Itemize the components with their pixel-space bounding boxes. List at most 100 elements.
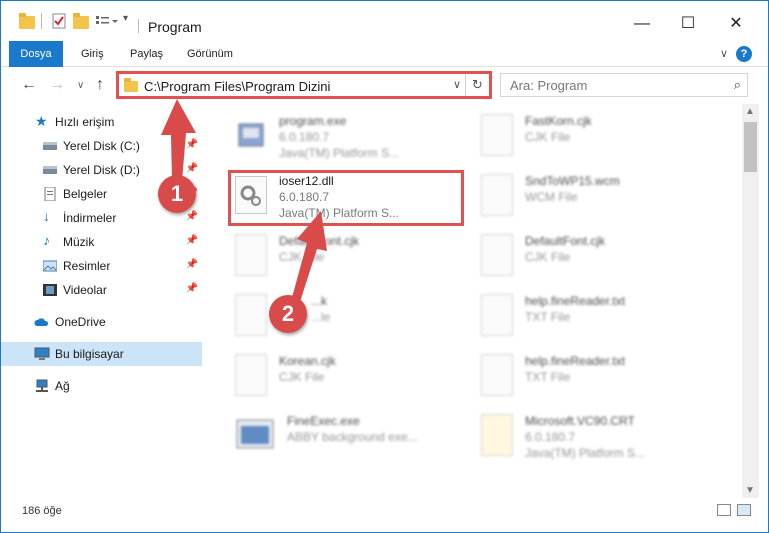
sidebar-item-disk-c[interactable]: Yerel Disk (C:) 📌 [1, 134, 202, 158]
scroll-up-icon[interactable]: ▲ [745, 106, 755, 117]
file-name: DefaultFont.cjk [525, 234, 606, 248]
manifest-icon [481, 414, 513, 456]
file-name: Microsoft.VC90.CRT [525, 414, 635, 428]
sidebar-item-label: Ağ [55, 379, 70, 393]
vertical-scrollbar[interactable]: ▲ ▼ [742, 104, 759, 498]
network-icon [34, 379, 48, 393]
scroll-thumb[interactable] [744, 122, 757, 172]
music-icon: ♪ [43, 232, 50, 248]
file-tile[interactable]: DefaultFont.cjk CJK File [477, 230, 717, 286]
properties-icon[interactable] [51, 13, 67, 29]
folder-icon [124, 78, 138, 92]
search-input[interactable]: Ara: Program [510, 78, 587, 93]
ribbon-tabs: Dosya Giriş Paylaş Görünüm ∨ ? [1, 41, 768, 67]
file-tile[interactable]: program.exe 6.0.180.7 Java(TM) Platform … [231, 110, 471, 166]
file-description: Java(TM) Platform S... [279, 146, 400, 160]
sidebar-item-label: Müzik [63, 235, 95, 249]
sidebar-item-quick-access[interactable]: ★ Hızlı erişim [1, 110, 202, 134]
file-name: program.exe [279, 114, 347, 128]
ribbon-collapse-icon[interactable]: ∨ [720, 47, 728, 60]
file-name: Korean.cjk [279, 354, 336, 368]
search-box[interactable]: Ara: Program ⌕ [500, 73, 748, 97]
explorer-window: ▾ Program — ☐ ✕ Dosya Giriş Paylaş Görün… [0, 0, 769, 533]
up-button[interactable]: ↑ [96, 76, 104, 94]
pin-icon[interactable]: 📌 [186, 283, 198, 294]
minimize-button[interactable]: — [619, 9, 665, 39]
sidebar-item-music[interactable]: ♪ Müzik 📌 [1, 230, 202, 254]
folder-icon[interactable] [19, 13, 35, 29]
pin-icon[interactable]: 📌 [186, 139, 198, 150]
file-type: WCM File [525, 190, 578, 204]
item-count: 186 öğe [22, 505, 62, 517]
address-path[interactable]: C:\Program Files\Program Dizini [144, 79, 330, 94]
file-name: help.fineReader.txt [525, 294, 626, 308]
file-icon [235, 354, 267, 396]
file-type: CJK File [525, 250, 571, 264]
window-title: Program [148, 19, 202, 35]
file-type: TXT File [525, 370, 571, 384]
scroll-down-icon[interactable]: ▼ [745, 485, 755, 496]
details-view-icon[interactable] [717, 504, 731, 516]
exe-icon [235, 414, 274, 456]
file-tile[interactable]: FastKorn.cjk CJK File [477, 110, 717, 166]
close-button[interactable]: ✕ [713, 9, 759, 39]
sidebar-item-network[interactable]: Ağ [1, 374, 202, 398]
exe-icon [235, 114, 267, 156]
customize-toolbar-icon[interactable] [95, 13, 119, 29]
sidebar-item-onedrive[interactable]: OneDrive [1, 310, 202, 334]
search-icon: ⌕ [733, 77, 741, 92]
sidebar-item-pictures[interactable]: Resimler 📌 [1, 254, 202, 278]
file-name: FastKorn.cjk [525, 114, 592, 128]
star-icon: ★ [35, 113, 48, 129]
file-tile[interactable]: help.fineReader.txt TXT File [477, 350, 717, 406]
file-type: ...le [311, 310, 331, 324]
file-tile[interactable]: help.fineReader.txt TXT File [477, 290, 717, 346]
file-tile[interactable]: FineExec.exe ABBY background exe... [231, 410, 471, 466]
recent-locations-button[interactable]: ∨ [77, 80, 84, 91]
tab-file[interactable]: Dosya [9, 41, 63, 67]
maximize-button[interactable]: ☐ [665, 9, 711, 39]
file-description: Java(TM) Platform S... [525, 446, 646, 460]
file-icon [481, 354, 513, 396]
documents-icon [43, 186, 57, 202]
tab-view[interactable]: Görünüm [187, 41, 233, 67]
step-2-callout: 2 [269, 295, 307, 333]
pin-icon[interactable]: 📌 [186, 163, 198, 174]
quick-access-dropdown-icon[interactable]: ▾ [123, 13, 139, 29]
tab-share[interactable]: Paylaş [130, 41, 163, 67]
forward-button[interactable]: → [49, 76, 65, 94]
file-tile[interactable]: ...k ...le [231, 290, 471, 346]
sidebar-item-label: İndirmeler [63, 211, 117, 225]
address-dropdown-icon[interactable]: ∨ [453, 78, 461, 91]
file-icon [481, 174, 513, 216]
sidebar-item-this-pc[interactable]: Bu bilgisayar [1, 342, 202, 366]
file-icon [481, 234, 513, 276]
file-icon [481, 294, 513, 336]
file-tile[interactable]: Korean.cjk CJK File [231, 350, 471, 406]
file-name: ...k [311, 294, 328, 308]
sidebar-item-label: Belgeler [63, 187, 108, 201]
sidebar-item-videos[interactable]: Videolar 📌 [1, 278, 202, 302]
address-bar[interactable]: C:\Program Files\Program Dizini ∨ ↻ [116, 71, 492, 99]
navigation-pane: ★ Hızlı erişim Yerel Disk (C:) 📌 Yerel D… [1, 104, 204, 498]
divider [41, 13, 42, 29]
navigation-bar: ← → ∨ ↑ C:\Program Files\Program Dizini … [1, 68, 768, 104]
large-icons-view-icon[interactable] [737, 504, 751, 516]
file-tile[interactable]: DefaultFont.cjk CJK File [231, 230, 471, 286]
pin-icon[interactable]: 📌 [186, 259, 198, 270]
file-name: SndToWP15.wcm [525, 174, 620, 188]
computer-icon [34, 347, 50, 361]
file-tile[interactable]: Microsoft.VC90.CRT 6.0.180.7 Java(TM) Pl… [477, 410, 717, 466]
back-button[interactable]: ← [21, 76, 37, 94]
new-folder-icon[interactable] [73, 13, 89, 29]
file-name: help.fineReader.txt [525, 354, 626, 368]
tab-home[interactable]: Giriş [81, 41, 104, 67]
videos-icon [43, 283, 57, 297]
refresh-button[interactable]: ↻ [465, 74, 489, 96]
help-icon[interactable]: ? [736, 46, 752, 62]
file-tile[interactable]: SndToWP15.wcm WCM File [477, 170, 717, 226]
title-separator [138, 19, 139, 33]
sidebar-item-label: Hızlı erişim [55, 115, 115, 129]
pin-icon[interactable]: 📌 [186, 211, 198, 222]
pin-icon[interactable]: 📌 [186, 235, 198, 246]
